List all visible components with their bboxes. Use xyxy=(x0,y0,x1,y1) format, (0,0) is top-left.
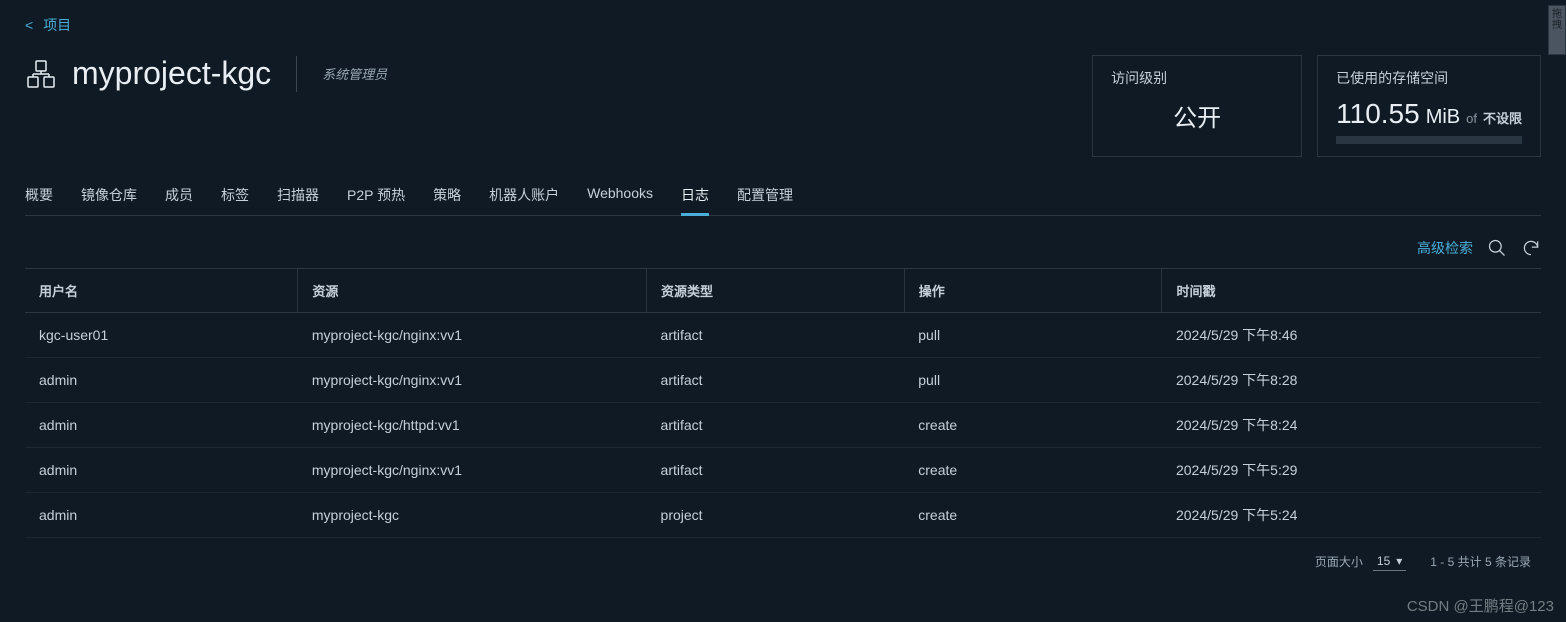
cell-action: create xyxy=(904,448,1162,493)
divider xyxy=(296,56,297,92)
storage-card: 已使用的存储空间 110.55 MiB of 不设限 xyxy=(1317,55,1541,157)
table-row[interactable]: adminmyproject-kgc/nginx:vv1artifactcrea… xyxy=(25,448,1541,493)
page-size-select[interactable]: 15 ▾ xyxy=(1373,552,1406,571)
role-label: 系统管理员 xyxy=(322,64,387,83)
tab-0[interactable]: 概要 xyxy=(25,177,53,216)
page-title: myproject-kgc xyxy=(72,55,271,92)
logs-table: 用户名资源资源类型操作时间戳 kgc-user01myproject-kgc/n… xyxy=(25,268,1541,538)
tab-5[interactable]: P2P 预热 xyxy=(347,177,405,216)
access-level-value: 公开 xyxy=(1111,98,1283,133)
project-header: myproject-kgc 系统管理员 xyxy=(25,55,387,92)
access-level-label: 访问级别 xyxy=(1111,68,1283,88)
cell-time: 2024/5/29 下午5:29 xyxy=(1162,448,1541,493)
cell-user: admin xyxy=(25,448,298,493)
table-header-1[interactable]: 资源 xyxy=(298,269,647,313)
cell-user: admin xyxy=(25,493,298,538)
cell-type: artifact xyxy=(647,448,905,493)
cell-action: pull xyxy=(904,358,1162,403)
search-icon[interactable] xyxy=(1487,238,1507,258)
chevron-down-icon: ▾ xyxy=(1396,554,1402,568)
tab-6[interactable]: 策略 xyxy=(433,177,461,216)
pagination-summary: 1 - 5 共计 5 条记录 xyxy=(1430,553,1531,570)
tab-7[interactable]: 机器人账户 xyxy=(489,177,559,216)
cell-time: 2024/5/29 下午8:24 xyxy=(1162,403,1541,448)
side-widget[interactable]: 拖拽 xyxy=(1548,5,1566,55)
tab-1[interactable]: 镜像仓库 xyxy=(81,177,137,216)
storage-of: of xyxy=(1466,111,1477,126)
table-row[interactable]: adminmyproject-kgcprojectcreate2024/5/29… xyxy=(25,493,1541,538)
page-size-value: 15 xyxy=(1377,554,1390,568)
storage-limit: 不设限 xyxy=(1483,108,1522,127)
table-header-0[interactable]: 用户名 xyxy=(25,269,298,313)
storage-unit: MiB xyxy=(1426,106,1460,129)
breadcrumb-projects-link[interactable]: 项目 xyxy=(43,15,71,35)
cell-resource: myproject-kgc xyxy=(298,493,647,538)
table-header-4[interactable]: 时间戳 xyxy=(1162,269,1541,313)
watermark: CSDN @王鹏程@123 xyxy=(1407,595,1554,616)
cell-resource: myproject-kgc/nginx:vv1 xyxy=(298,448,647,493)
tab-2[interactable]: 成员 xyxy=(165,177,193,216)
cell-user: admin xyxy=(25,358,298,403)
cell-action: pull xyxy=(904,313,1162,358)
storage-label: 已使用的存储空间 xyxy=(1336,68,1522,88)
refresh-icon[interactable] xyxy=(1521,238,1541,258)
tab-9[interactable]: 日志 xyxy=(681,177,709,216)
table-row[interactable]: adminmyproject-kgc/httpd:vv1artifactcrea… xyxy=(25,403,1541,448)
table-footer: 页面大小 15 ▾ 1 - 5 共计 5 条记录 xyxy=(25,538,1541,585)
cell-type: artifact xyxy=(647,313,905,358)
cell-type: artifact xyxy=(647,358,905,403)
tab-8[interactable]: Webhooks xyxy=(587,177,653,216)
cell-resource: myproject-kgc/nginx:vv1 xyxy=(298,358,647,403)
table-row[interactable]: kgc-user01myproject-kgc/nginx:vv1artifac… xyxy=(25,313,1541,358)
cell-time: 2024/5/29 下午8:46 xyxy=(1162,313,1541,358)
cell-type: artifact xyxy=(647,403,905,448)
cell-action: create xyxy=(904,403,1162,448)
cell-user: kgc-user01 xyxy=(25,313,298,358)
cell-time: 2024/5/29 下午5:24 xyxy=(1162,493,1541,538)
project-icon xyxy=(25,58,57,90)
access-level-card: 访问级别 公开 xyxy=(1092,55,1302,157)
storage-progress-bar xyxy=(1336,136,1522,144)
table-header-3[interactable]: 操作 xyxy=(904,269,1162,313)
cell-action: create xyxy=(904,493,1162,538)
tab-3[interactable]: 标签 xyxy=(221,177,249,216)
table-row[interactable]: adminmyproject-kgc/nginx:vv1artifactpull… xyxy=(25,358,1541,403)
toolbar: 高级检索 xyxy=(25,228,1541,268)
page-size-label: 页面大小 xyxy=(1315,553,1363,570)
storage-value: 110.55 xyxy=(1336,98,1420,130)
table-header-2[interactable]: 资源类型 xyxy=(647,269,905,313)
chevron-left-icon[interactable]: < xyxy=(25,17,33,33)
tab-10[interactable]: 配置管理 xyxy=(737,177,793,216)
cell-time: 2024/5/29 下午8:28 xyxy=(1162,358,1541,403)
advanced-search-link[interactable]: 高级检索 xyxy=(1417,238,1473,258)
breadcrumb: < 项目 xyxy=(25,15,1541,35)
tab-4[interactable]: 扫描器 xyxy=(277,177,319,216)
tabs: 概要镜像仓库成员标签扫描器 P2P 预热策略机器人账户 Webhooks 日志配置管理 xyxy=(25,177,1541,216)
cell-type: project xyxy=(647,493,905,538)
cell-resource: myproject-kgc/nginx:vv1 xyxy=(298,313,647,358)
cell-user: admin xyxy=(25,403,298,448)
cell-resource: myproject-kgc/httpd:vv1 xyxy=(298,403,647,448)
